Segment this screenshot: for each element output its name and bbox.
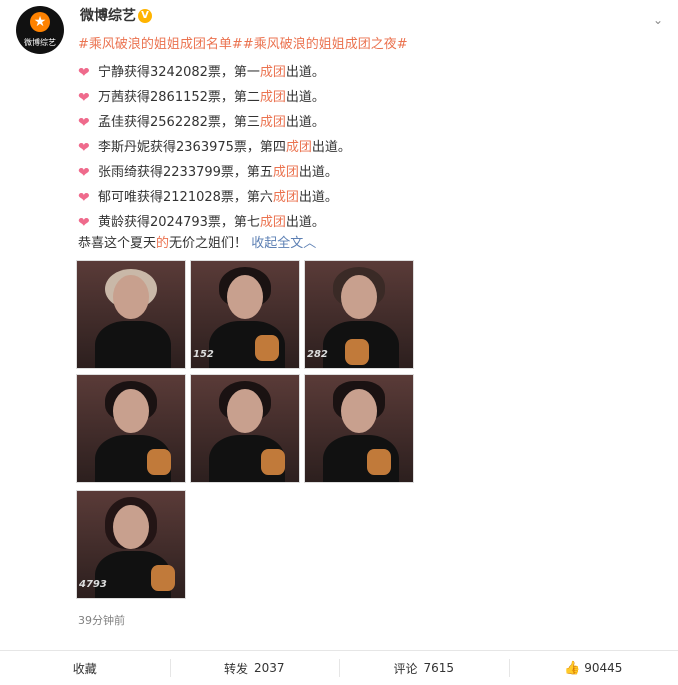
photo-thumbnail[interactable]: [76, 374, 186, 483]
photo-thumbnail[interactable]: 4793: [76, 490, 186, 599]
ranking-line: 黄龄获得2024793票，第七成团出道。: [78, 210, 638, 235]
ranking-line: 宁静获得3242082票，第一成团出道。: [78, 60, 638, 85]
photo-thumbnail[interactable]: [190, 374, 300, 483]
heart-emoji-icon: [78, 66, 94, 80]
weibo-post-card: ★ 微博综艺 微博综艺 V ⌄ #乘风破浪的姐姐成团名单##乘风破浪的姐姐成团之…: [0, 0, 678, 684]
verified-badge-icon: V: [138, 9, 152, 23]
favorite-button[interactable]: 收藏: [0, 651, 170, 685]
post-text: 宁静获得3242082票，第一成团出道。 万茜获得2861152票，第二成团出道…: [78, 60, 638, 235]
chevron-up-icon: ︿: [303, 236, 316, 251]
avatar[interactable]: ★ 微博综艺: [16, 6, 64, 54]
photo-thumbnail[interactable]: [304, 374, 414, 483]
heart-emoji-icon: [78, 166, 94, 180]
photo-thumbnail[interactable]: 152: [190, 260, 300, 369]
hashtags: #乘风破浪的姐姐成团名单##乘风破浪的姐姐成团之夜#: [78, 36, 408, 54]
thumbs-up-icon: 👍: [564, 661, 580, 676]
ranking-line: 郁可唯获得2121028票，第六成团出道。: [78, 185, 638, 210]
action-bar: 收藏 转发2037 评论7615 👍90445: [0, 650, 678, 685]
ranking-line: 李斯丹妮获得2363975票，第四成团出道。: [78, 135, 638, 160]
hashtag-link[interactable]: #乘风破浪的姐姐成团之夜#: [243, 37, 408, 52]
like-button[interactable]: 👍90445: [509, 651, 678, 685]
ranking-line: 张雨绮获得2233799票，第五成团出道。: [78, 160, 638, 185]
comment-button[interactable]: 评论7615: [339, 651, 509, 685]
repost-button[interactable]: 转发2037: [170, 651, 340, 685]
chevron-down-icon[interactable]: ⌄: [650, 12, 666, 28]
ranking-line: 万茜获得2861152票，第二成团出道。: [78, 85, 638, 110]
ranking-line: 孟佳获得2562282票，第三成团出道。: [78, 110, 638, 135]
hashtag-link[interactable]: #乘风破浪的姐姐成团名单#: [78, 37, 243, 52]
account-name[interactable]: 微博综艺: [80, 6, 136, 26]
photo-thumbnail[interactable]: [76, 260, 186, 369]
heart-emoji-icon: [78, 116, 94, 130]
collapse-link[interactable]: 收起全文︿: [251, 236, 316, 251]
heart-emoji-icon: [78, 216, 94, 230]
closing-line: 恭喜这个夏天的无价之姐们！ 收起全文︿: [78, 235, 316, 253]
star-icon: ★: [30, 12, 50, 32]
timestamp[interactable]: 39分钟前: [78, 612, 125, 628]
avatar-label: 微博综艺: [16, 38, 64, 48]
heart-emoji-icon: [78, 191, 94, 205]
heart-emoji-icon: [78, 91, 94, 105]
photo-thumbnail[interactable]: 282: [304, 260, 414, 369]
heart-emoji-icon: [78, 141, 94, 155]
